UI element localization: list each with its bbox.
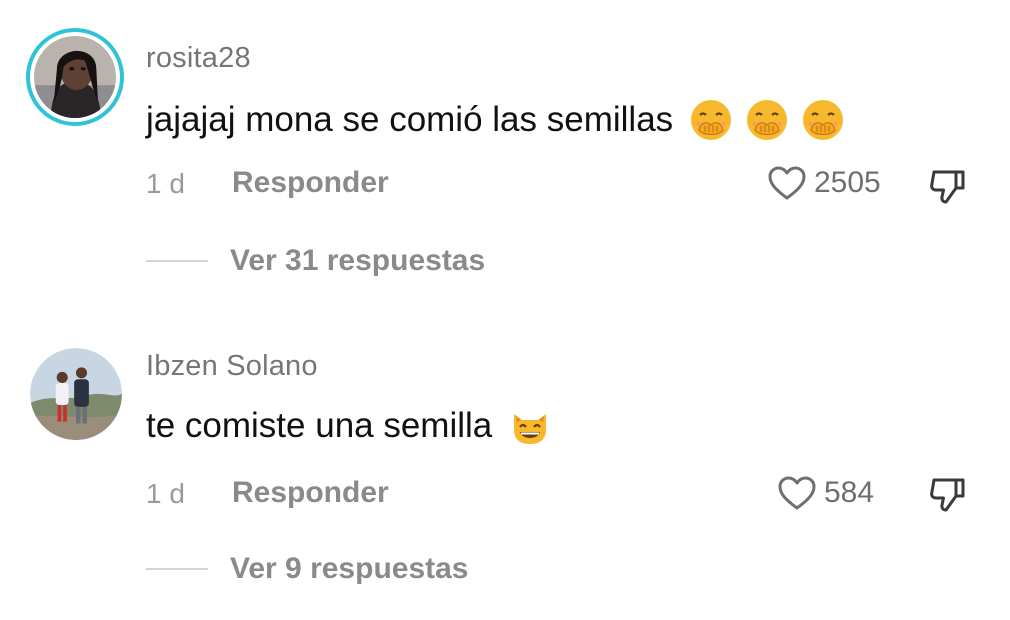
view-replies-button[interactable]: Ver 9 respuestas xyxy=(146,552,469,586)
reply-button[interactable]: Responder xyxy=(232,476,389,510)
like-button[interactable]: 584 xyxy=(776,474,874,512)
comment-text: te comiste una semilla xyxy=(146,404,552,448)
comment-item: Ibzen Solano te comiste una semilla 1 d … xyxy=(0,0,1010,620)
avatar[interactable] xyxy=(30,348,122,440)
comment-timestamp: 1 d xyxy=(146,478,185,509)
grinning-cat-emoji-icon xyxy=(508,404,552,448)
view-replies-label: Ver 9 respuestas xyxy=(230,552,469,585)
heart-icon xyxy=(776,474,818,512)
like-count: 584 xyxy=(824,476,875,509)
divider-line xyxy=(146,568,208,570)
thumbs-down-icon[interactable] xyxy=(926,474,968,514)
comment-text-content: te comiste una semilla xyxy=(146,406,493,445)
comment-username[interactable]: Ibzen Solano xyxy=(146,350,318,383)
